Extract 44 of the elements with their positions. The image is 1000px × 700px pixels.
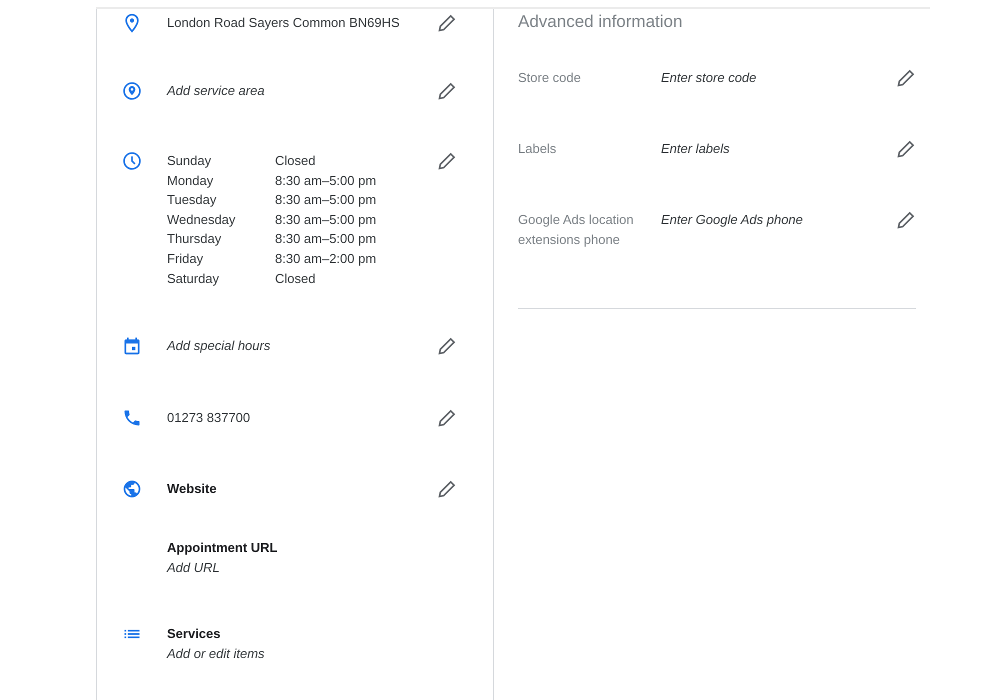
globe-icon (122, 479, 142, 499)
field-label: Google Ads location extensions phone (518, 212, 634, 247)
placeholder-text[interactable]: Add or edit items (167, 644, 433, 664)
field-label: Store code (518, 70, 581, 85)
opening-hours: 8:30 am–5:00 pm (275, 210, 378, 229)
placeholder-text[interactable]: Add service area (167, 81, 433, 101)
edit-icon[interactable] (437, 336, 457, 356)
clock-icon (122, 151, 142, 171)
day-name: Sunday (167, 152, 212, 170)
edit-icon[interactable] (896, 68, 916, 88)
phone-icon (122, 408, 142, 428)
field-title: Appointment URL (167, 539, 278, 557)
edit-icon[interactable] (437, 479, 457, 499)
opening-hours: 8:30 am–5:00 pm (275, 191, 378, 210)
day-name: Thursday (167, 230, 222, 248)
day-name: Saturday (167, 270, 220, 288)
day-name: Monday (167, 172, 214, 190)
opening-hours: Closed (275, 152, 316, 170)
opening-hours: 8:30 am–5:00 pm (275, 230, 378, 248)
opening-hours: 8:30 am–2:00 pm (275, 250, 378, 268)
calendar-icon (122, 336, 142, 356)
edit-icon[interactable] (437, 408, 457, 428)
address-text: London Road Sayers Common BN69HS (167, 14, 401, 32)
edit-icon[interactable] (437, 81, 457, 101)
placeholder-text[interactable]: Add special hours (167, 336, 433, 356)
placeholder-text[interactable]: Enter labels (661, 141, 730, 156)
location-circle-icon (122, 81, 142, 101)
opening-hours: 8:30 am–5:00 pm (275, 172, 378, 190)
placeholder-text[interactable]: Enter store code (661, 70, 756, 85)
field-title: Services (167, 625, 222, 643)
edit-icon[interactable] (896, 139, 916, 159)
opening-hours: Closed (275, 270, 316, 288)
field-label: Labels (518, 141, 556, 156)
placeholder-text[interactable]: Enter Google Ads phone (661, 212, 803, 227)
field-title: Website (167, 480, 218, 498)
edit-icon[interactable] (437, 13, 457, 33)
day-name: Wednesday (167, 210, 236, 229)
day-name: Tuesday (167, 191, 218, 210)
edit-icon[interactable] (437, 151, 457, 171)
section-title: Advanced information (518, 12, 684, 32)
edit-icon[interactable] (896, 210, 916, 230)
day-name: Friday (167, 250, 204, 268)
phone-number: 01273 837700 (167, 409, 252, 427)
placeholder-text[interactable]: Add URL (167, 558, 433, 578)
